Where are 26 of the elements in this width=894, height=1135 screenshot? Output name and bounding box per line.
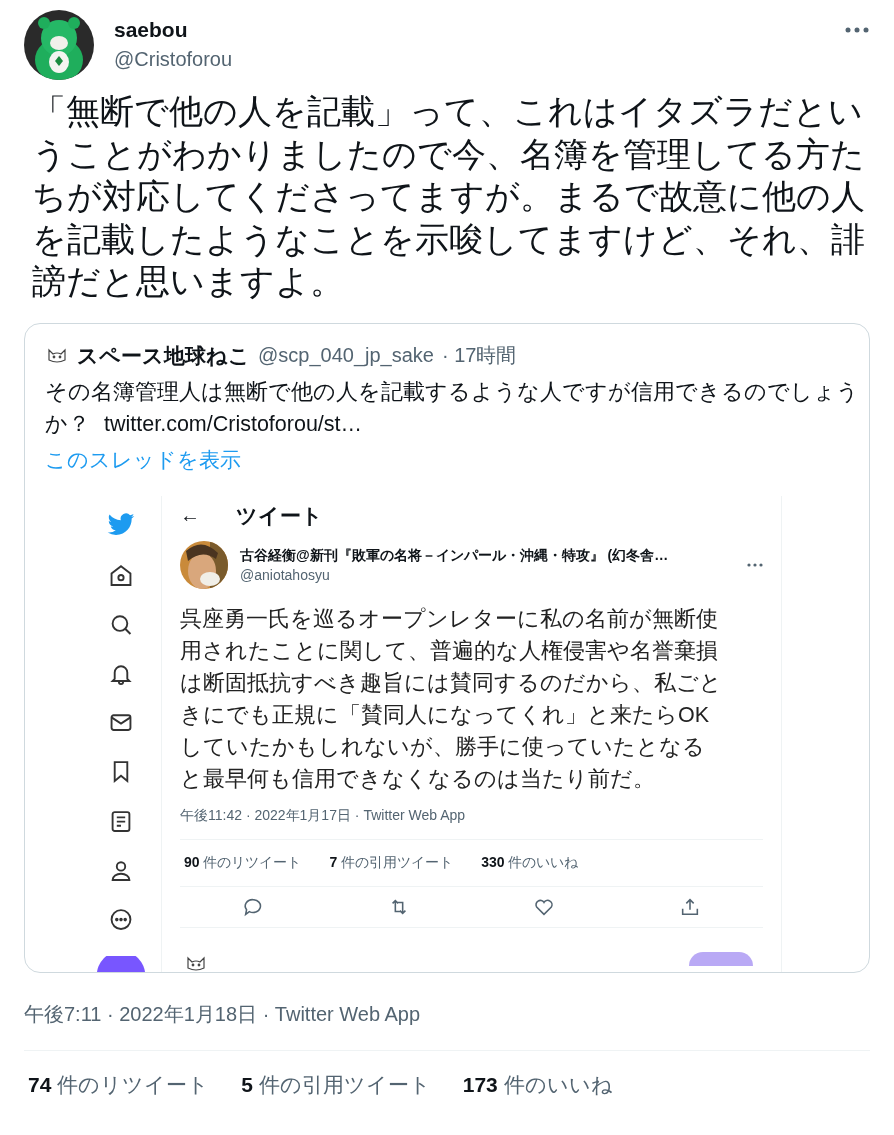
more-icon[interactable] xyxy=(844,26,870,34)
quoted-text: その名簿管理人は無断で他の人を記載するような人ですが信用できるのでしょうか？ twitter.com/Cristoforou/st… xyxy=(45,378,860,438)
author-handle[interactable]: @aniotahosyu xyxy=(240,567,735,584)
more-icon[interactable] xyxy=(108,906,134,933)
stat-count[interactable]: 90 件のリツイート xyxy=(180,840,302,887)
quoted-tweet-card[interactable] xyxy=(24,322,870,973)
tweet-timestamp: 午後7:11 · 2022年1月18日 · Twitter Web App xyxy=(24,972,870,1051)
tweet-timestamp: 午後11:42 · 2022年1月17日 · Twitter Web App xyxy=(180,807,763,841)
author-name[interactable]: saebou xyxy=(114,18,824,42)
tweet-link[interactable]: twitter.com/Cristoforou/st… xyxy=(104,411,363,436)
quoted-author-handle: @scp_040_jp_sake xyxy=(258,344,434,367)
more-icon[interactable] xyxy=(747,563,763,568)
author-handle[interactable]: @Cristoforou xyxy=(114,48,824,71)
stat-count[interactable]: 330 件のいいね xyxy=(477,840,579,887)
back-arrow[interactable]: ← xyxy=(180,504,200,528)
quoted-author-name: スペース地球ねこ xyxy=(77,342,250,369)
page-title: ツイート xyxy=(236,502,323,529)
stat-count[interactable]: 7 件の引用ツイート xyxy=(325,840,454,887)
home-icon[interactable] xyxy=(108,562,134,588)
stat-count[interactable]: 74 件のリツイート xyxy=(24,1050,210,1119)
author-name[interactable]: 古谷経衡@新刊『敗軍の名将－インパール・沖縄・特攻』 (幻冬舎… xyxy=(240,547,735,566)
stat-count[interactable]: 173 件のいいね xyxy=(458,1050,613,1119)
quoted-time: · 17時間 xyxy=(442,343,517,368)
tweet-text: 呉座勇一氏を巡るオープンレターに私の名前が無断使用されたことに関して、普遍的な人権侵害や名誉棄損は断固抵抗すべき趣旨には賛同するのだから、私ごときにでも正規に「賛同人になってくれ」と来たらOKしていたかもしれないが、勝手に使っていたとなると最早何も信用できなくなるのは当たり前だ。 xyxy=(180,606,723,794)
tweet-text: 「無断で他の人を記載」って、これはイタズラだということがわかりましたので今、名簿を管理してる方たちが対応してくださってますが。まるで故意に他の人を記載したようなことを示唆してますけど、それ、誹謗だと思いますよ。 xyxy=(32,91,866,302)
stat-count[interactable]: 5 件の引用ツイート xyxy=(237,1050,431,1119)
